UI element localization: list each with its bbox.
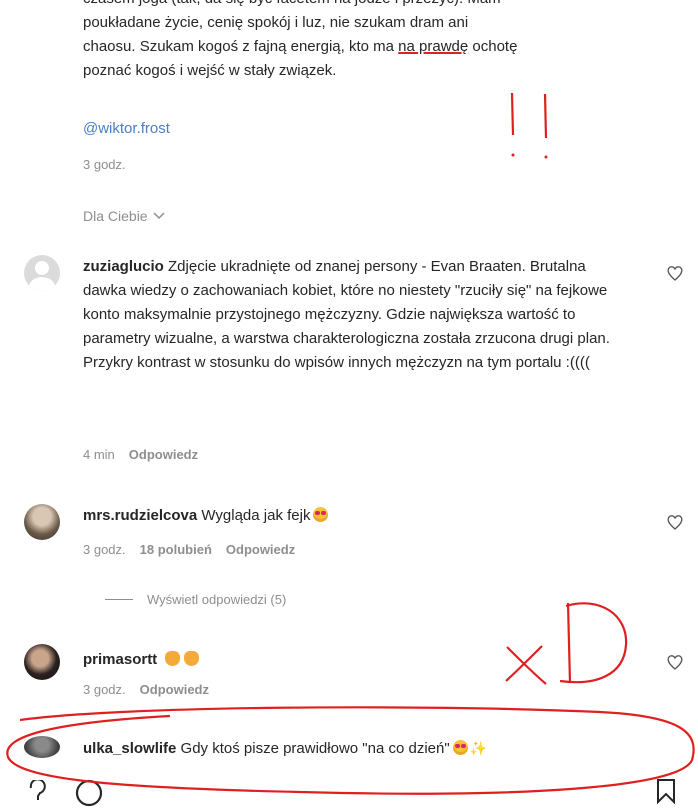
question-icon[interactable] [28, 780, 48, 802]
view-replies-label: Wyświetl odpowiedzi (5) [147, 592, 287, 607]
avatar[interactable] [24, 504, 60, 540]
comment-body: Gdy ktoś pisze prawidłowo "na co dzień" [180, 740, 450, 757]
caption-line-3a: chaosu. Szukam kogoś z fajną energią, kt… [83, 38, 399, 55]
exclamation-dot [511, 153, 515, 157]
avatar[interactable] [24, 255, 60, 291]
cat-emoji-icon [165, 651, 181, 666]
caption-line-1: czasem joga (tak, da się być facetem na … [83, 0, 683, 11]
caption-line-4: poznać kogoś i wejść w stały związek. [83, 62, 337, 79]
comment-username[interactable]: zuziaglucio [83, 258, 164, 275]
likes-count[interactable]: 18 polubień [140, 542, 212, 557]
view-replies-button[interactable]: Wyświetl odpowiedzi (5) [105, 592, 286, 607]
bottom-toolbar [0, 776, 698, 807]
comment-meta: 4 min Odpowiedz [83, 447, 198, 462]
comment-text: zuziaglucio Zdjęcie ukradnięte od znanej… [83, 255, 623, 375]
comment-text: ulka_slowlife Gdy ktoś pisze prawidłowo … [83, 736, 643, 761]
comment-username[interactable]: ulka_slowlife [83, 740, 176, 757]
comment-meta: 3 godz. 18 polubień Odpowiedz [83, 542, 295, 557]
bookmark-icon[interactable] [655, 778, 677, 804]
comment-filter-dropdown[interactable]: Dla Ciebie [83, 208, 165, 224]
replies-divider [105, 599, 133, 600]
caption-line-3: chaosu. Szukam kogoś z fajną energią, kt… [83, 35, 683, 59]
cat-emoji-icon [184, 651, 200, 666]
reply-button[interactable]: Odpowiedz [140, 682, 209, 697]
like-heart-icon[interactable] [666, 514, 684, 532]
chevron-down-icon [153, 212, 165, 220]
reply-button[interactable]: Odpowiedz [226, 542, 295, 557]
exclamation-mark [543, 93, 548, 139]
post-caption: czasem joga (tak, da się być facetem na … [83, 0, 683, 83]
like-heart-icon[interactable] [666, 265, 684, 283]
comment-meta: 3 godz. Odpowiedz [83, 682, 209, 697]
comment-time: 3 godz. [83, 542, 126, 557]
exclamation-dot [544, 155, 548, 159]
emoji-icon[interactable] [74, 778, 104, 808]
comment-text: primasortt [83, 648, 623, 672]
like-heart-icon[interactable] [666, 654, 684, 672]
comment-time: 4 min [83, 447, 115, 462]
comment-username[interactable]: primasortt [83, 651, 157, 668]
sparkle-emoji-icon: ✨ [469, 740, 488, 756]
comment-time: 3 godz. [83, 682, 126, 697]
avatar[interactable] [24, 736, 60, 758]
underlined-phrase: na prawdę [398, 38, 469, 55]
heart-eyes-emoji-icon [313, 507, 329, 522]
exclamation-mark [510, 92, 515, 136]
caption-line-2: poukładane życie, cenię spokój i luz, ni… [83, 14, 469, 31]
mention-link[interactable]: @wiktor.frost [83, 120, 170, 137]
comment-body: Wygląda jak fejk [201, 507, 311, 524]
filter-label: Dla Ciebie [83, 208, 148, 224]
caption-line-3b: ochotę [468, 38, 518, 55]
comment-username[interactable]: mrs.rudzielcova [83, 507, 197, 524]
post-time: 3 godz. [83, 157, 126, 172]
reply-button[interactable]: Odpowiedz [129, 447, 198, 462]
comment-text: mrs.rudzielcova Wygląda jak fejk [83, 504, 623, 528]
heart-eyes-emoji-icon [452, 740, 468, 755]
avatar[interactable] [24, 644, 60, 680]
